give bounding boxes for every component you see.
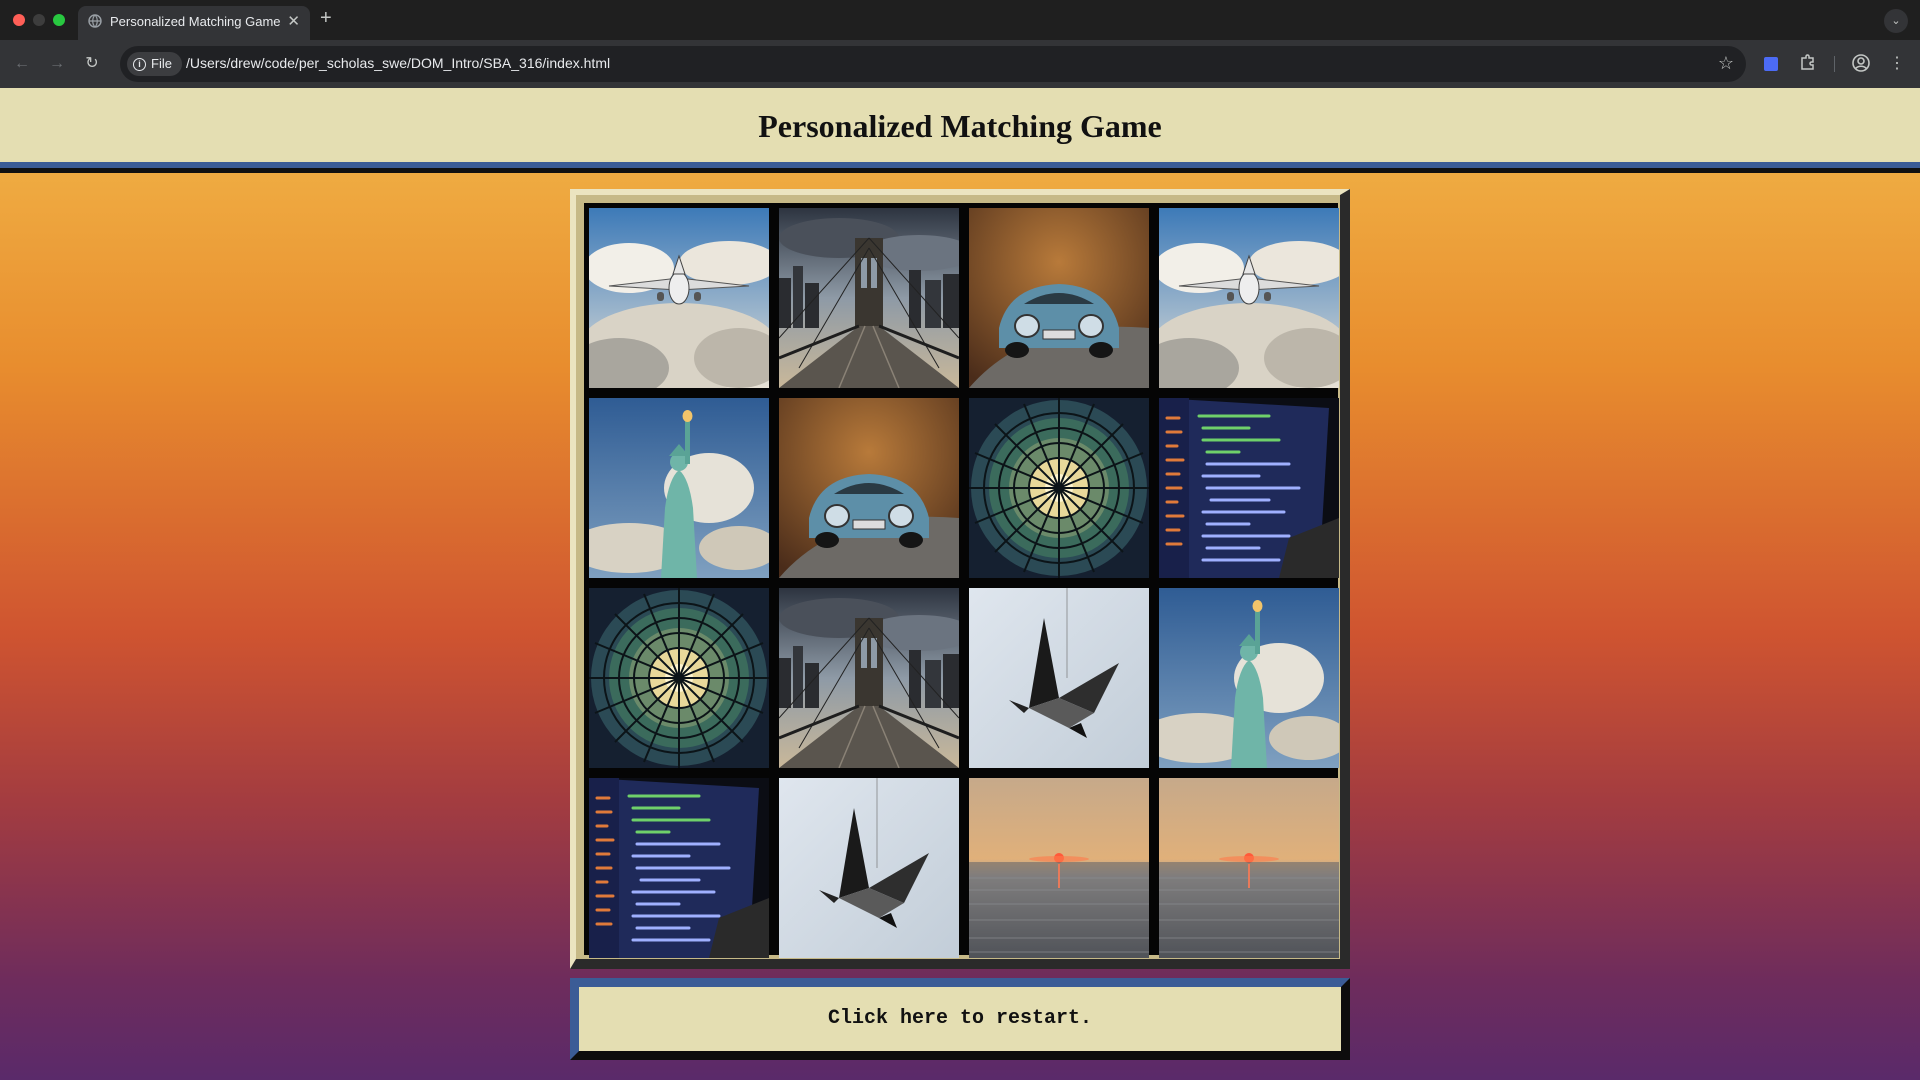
card-code-screen[interactable]: [589, 778, 769, 958]
card-blue-car[interactable]: [969, 208, 1149, 388]
card-grid: [584, 203, 1339, 958]
address-bar[interactable]: i File /Users/drew/code/per_scholas_swe/…: [120, 46, 1746, 82]
card-ocean-sunset[interactable]: [969, 778, 1149, 958]
menu-kebab-icon[interactable]: ⋮: [1886, 53, 1908, 75]
card-stained-glass-dome[interactable]: [969, 398, 1149, 578]
blue-car-image: [779, 398, 959, 578]
forward-button[interactable]: →: [47, 54, 67, 74]
extensions-puzzle-icon[interactable]: [1797, 53, 1819, 75]
ocean-sunset-image: [969, 778, 1149, 958]
card-stained-glass-dome[interactable]: [589, 588, 769, 768]
card-blue-car[interactable]: [779, 398, 959, 578]
bookmark-star-icon[interactable]: ☆: [1718, 53, 1734, 74]
profile-icon[interactable]: [1850, 53, 1872, 75]
card-statue-of-liberty[interactable]: [1159, 588, 1339, 768]
stained-glass-dome-image: [589, 588, 769, 768]
restart-button[interactable]: Click here to restart.: [570, 978, 1350, 1060]
page-header: Personalized Matching Game: [0, 88, 1920, 173]
info-icon: i: [133, 57, 146, 71]
ocean-sunset-image: [1159, 778, 1339, 958]
game-board: [570, 189, 1350, 969]
globe-icon: [88, 14, 102, 28]
card-statue-of-liberty[interactable]: [589, 398, 769, 578]
blue-car-image: [969, 208, 1149, 388]
card-paper-crane[interactable]: [779, 778, 959, 958]
extension-icon[interactable]: [1760, 53, 1782, 75]
brooklyn-bridge-image: [779, 588, 959, 768]
site-info-chip[interactable]: i File: [127, 52, 182, 76]
code-screen-image: [589, 778, 769, 958]
reload-button[interactable]: ↻: [82, 54, 102, 74]
back-button[interactable]: ←: [12, 54, 32, 74]
brooklyn-bridge-image: [779, 208, 959, 388]
card-brooklyn-bridge[interactable]: [779, 588, 959, 768]
card-paper-crane[interactable]: [969, 588, 1149, 768]
stained-glass-dome-image: [969, 398, 1149, 578]
browser-tab[interactable]: Personalized Matching Game ✕: [78, 6, 310, 40]
url-text[interactable]: /Users/drew/code/per_scholas_swe/DOM_Int…: [186, 55, 610, 71]
maximize-window-button[interactable]: [53, 14, 65, 26]
page-body: Personalized Matching Game Click here to…: [0, 88, 1920, 1080]
close-window-button[interactable]: [13, 14, 25, 26]
tab-title: Personalized Matching Game: [110, 14, 281, 29]
browser-toolbar: ← → ↻ i File /Users/drew/code/per_schola…: [0, 40, 1920, 88]
card-code-screen[interactable]: [1159, 398, 1339, 578]
tab-search-chevron-icon[interactable]: ⌄: [1884, 9, 1908, 33]
card-brooklyn-bridge[interactable]: [779, 208, 959, 388]
card-ocean-sunset[interactable]: [1159, 778, 1339, 958]
airplane-image: [589, 208, 769, 388]
code-screen-image: [1159, 398, 1339, 578]
airplane-image: [1159, 208, 1339, 388]
paper-crane-image: [969, 588, 1149, 768]
toolbar-divider: [1834, 56, 1835, 72]
browser-tab-bar: Personalized Matching Game ✕ + ⌄: [0, 0, 1920, 40]
card-airplane[interactable]: [589, 208, 769, 388]
paper-crane-image: [779, 778, 959, 958]
statue-of-liberty-image: [589, 398, 769, 578]
site-info-label: File: [151, 56, 172, 71]
minimize-window-button[interactable]: [33, 14, 45, 26]
statue-of-liberty-image: [1159, 588, 1339, 768]
new-tab-button[interactable]: +: [320, 8, 332, 28]
card-airplane[interactable]: [1159, 208, 1339, 388]
page-title: Personalized Matching Game: [758, 108, 1162, 144]
close-tab-icon[interactable]: ✕: [287, 12, 300, 30]
